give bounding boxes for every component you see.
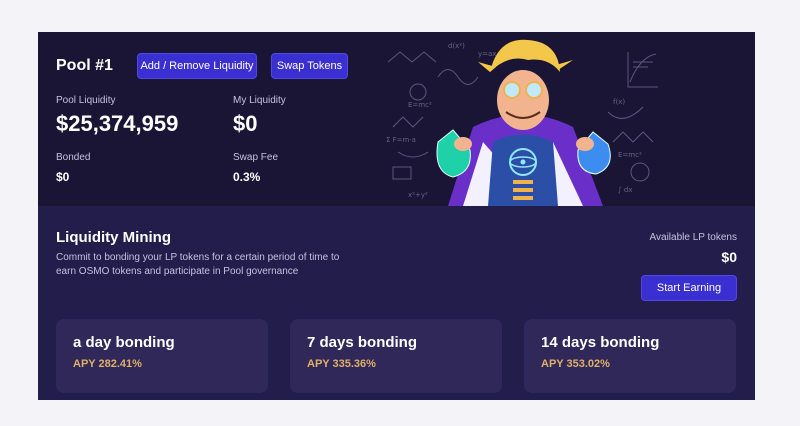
svg-text:∫ dx: ∫ dx	[618, 186, 632, 194]
bonding-card-1day[interactable]: a day bonding APY 282.41%	[56, 319, 268, 393]
bonded-label: Bonded	[56, 152, 91, 163]
liquidity-mining-title: Liquidity Mining	[56, 229, 171, 246]
add-remove-liquidity-button[interactable]: Add / Remove Liquidity	[137, 53, 257, 79]
pool-liquidity-label: Pool Liquidity	[56, 95, 116, 106]
liquidity-mining-description: Commit to bonding your LP tokens for a c…	[56, 252, 340, 277]
svg-text:x²+y²: x²+y²	[408, 191, 428, 199]
swap-tokens-button[interactable]: Swap Tokens	[271, 53, 348, 79]
bonding-card-apy: APY 353.02%	[541, 358, 610, 370]
start-earning-button[interactable]: Start Earning	[641, 275, 737, 301]
svg-text:Σ F=m·a: Σ F=m·a	[386, 136, 416, 144]
swap-fee-value: 0.3%	[233, 170, 261, 184]
bonding-card-title: 7 days bonding	[307, 334, 418, 351]
swap-fee-label: Swap Fee	[233, 152, 279, 163]
bonding-card-apy: APY 335.36%	[307, 358, 376, 370]
bonding-card-title: 14 days bonding	[541, 334, 660, 351]
svg-text:E=mc²: E=mc²	[408, 101, 432, 109]
my-liquidity-value: $0	[233, 111, 258, 136]
pool-liquidity-value: $25,374,959	[56, 111, 179, 136]
bonding-card-title: a day bonding	[73, 334, 175, 351]
available-lp-label: Available LP tokens	[649, 232, 737, 243]
bonding-card-14days[interactable]: 14 days bonding APY 353.02%	[524, 319, 736, 393]
liquidity-mining-section: Liquidity Mining Commit to bonding your …	[38, 206, 755, 400]
bonding-card-7days[interactable]: 7 days bonding APY 335.36%	[290, 319, 502, 393]
my-liquidity-label: My Liquidity	[233, 95, 286, 106]
pool-header: Pool #1 Add / Remove Liquidity Swap Toke…	[38, 32, 755, 206]
svg-text:f(x): f(x)	[613, 98, 625, 106]
available-lp-value: $0	[721, 249, 737, 265]
scientist-illustration-icon: d(x²) E=mc² Σ F=m·a y=ax+b f(x) E=mc² ∫ …	[386, 39, 658, 206]
bonded-value: $0	[56, 170, 70, 184]
pool-panel: Pool #1 Add / Remove Liquidity Swap Toke…	[38, 32, 755, 400]
svg-text:E=mc²: E=mc²	[618, 151, 642, 159]
bonding-card-apy: APY 282.41%	[73, 358, 142, 370]
svg-text:d(x²): d(x²)	[448, 42, 465, 50]
page-title: Pool #1	[56, 57, 113, 74]
